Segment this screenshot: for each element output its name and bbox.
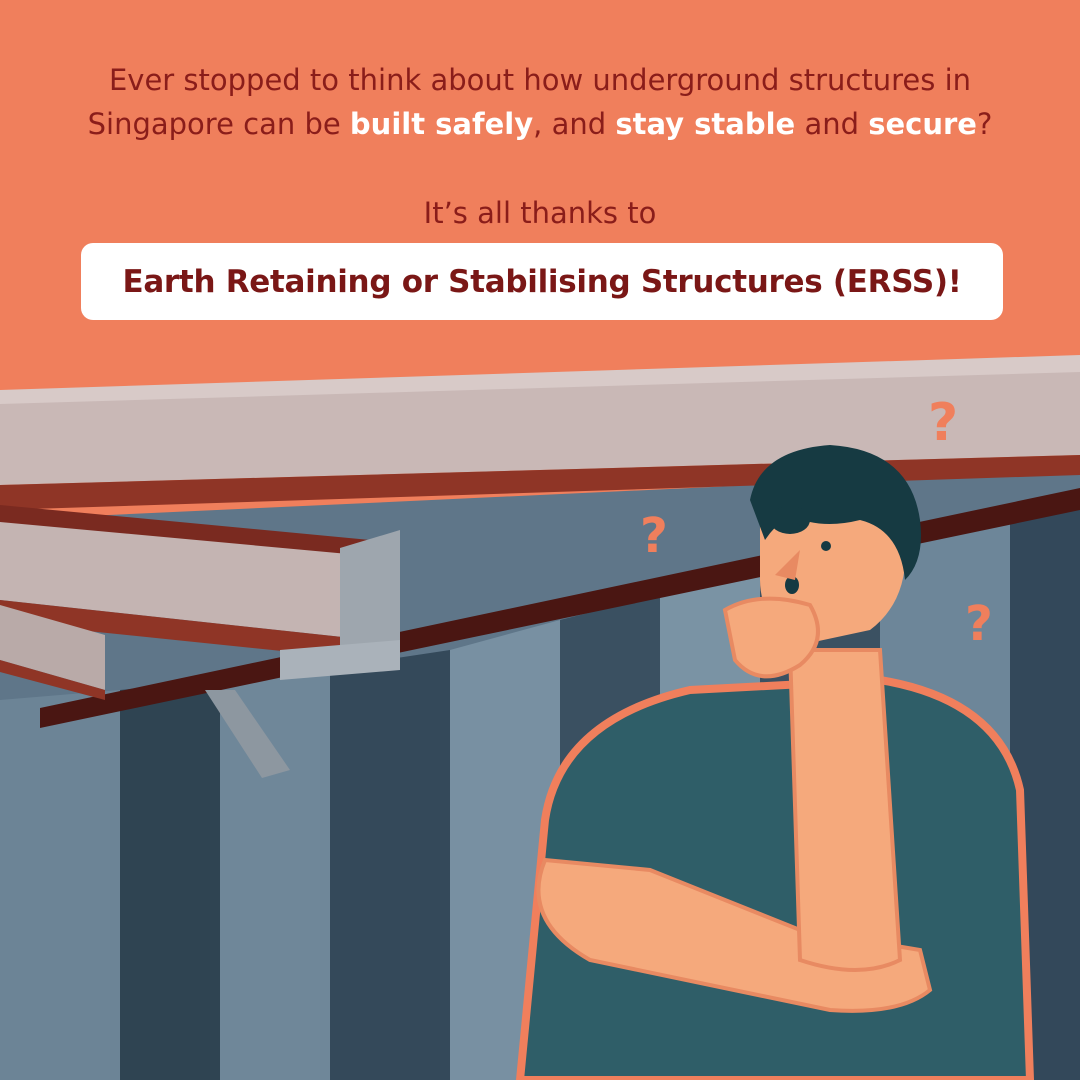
erss-infographic: ? ? ? Ever stopped to think about how un…: [0, 0, 1080, 1080]
erss-banner: Earth Retaining or Stabilising Structure…: [81, 243, 1003, 320]
question-mark-3: ?: [965, 596, 993, 652]
construction-illustration: ? ? ?: [0, 355, 1080, 1080]
intro-question: Ever stopped to think about how undergro…: [60, 58, 1020, 146]
intro-text-3: and: [795, 107, 869, 141]
intro-text-2: , and: [533, 107, 616, 141]
highlight-stay-stable: stay stable: [615, 107, 796, 141]
erss-banner-text: Earth Retaining or Stabilising Structure…: [122, 263, 962, 300]
highlight-secure: secure: [868, 107, 977, 141]
intro-text-4: ?: [976, 107, 993, 141]
thanks-line: It’s all thanks to: [423, 196, 657, 230]
highlight-built-safely: built safely: [349, 107, 534, 141]
question-mark-2: ?: [640, 508, 668, 564]
question-mark-1: ?: [928, 393, 958, 453]
